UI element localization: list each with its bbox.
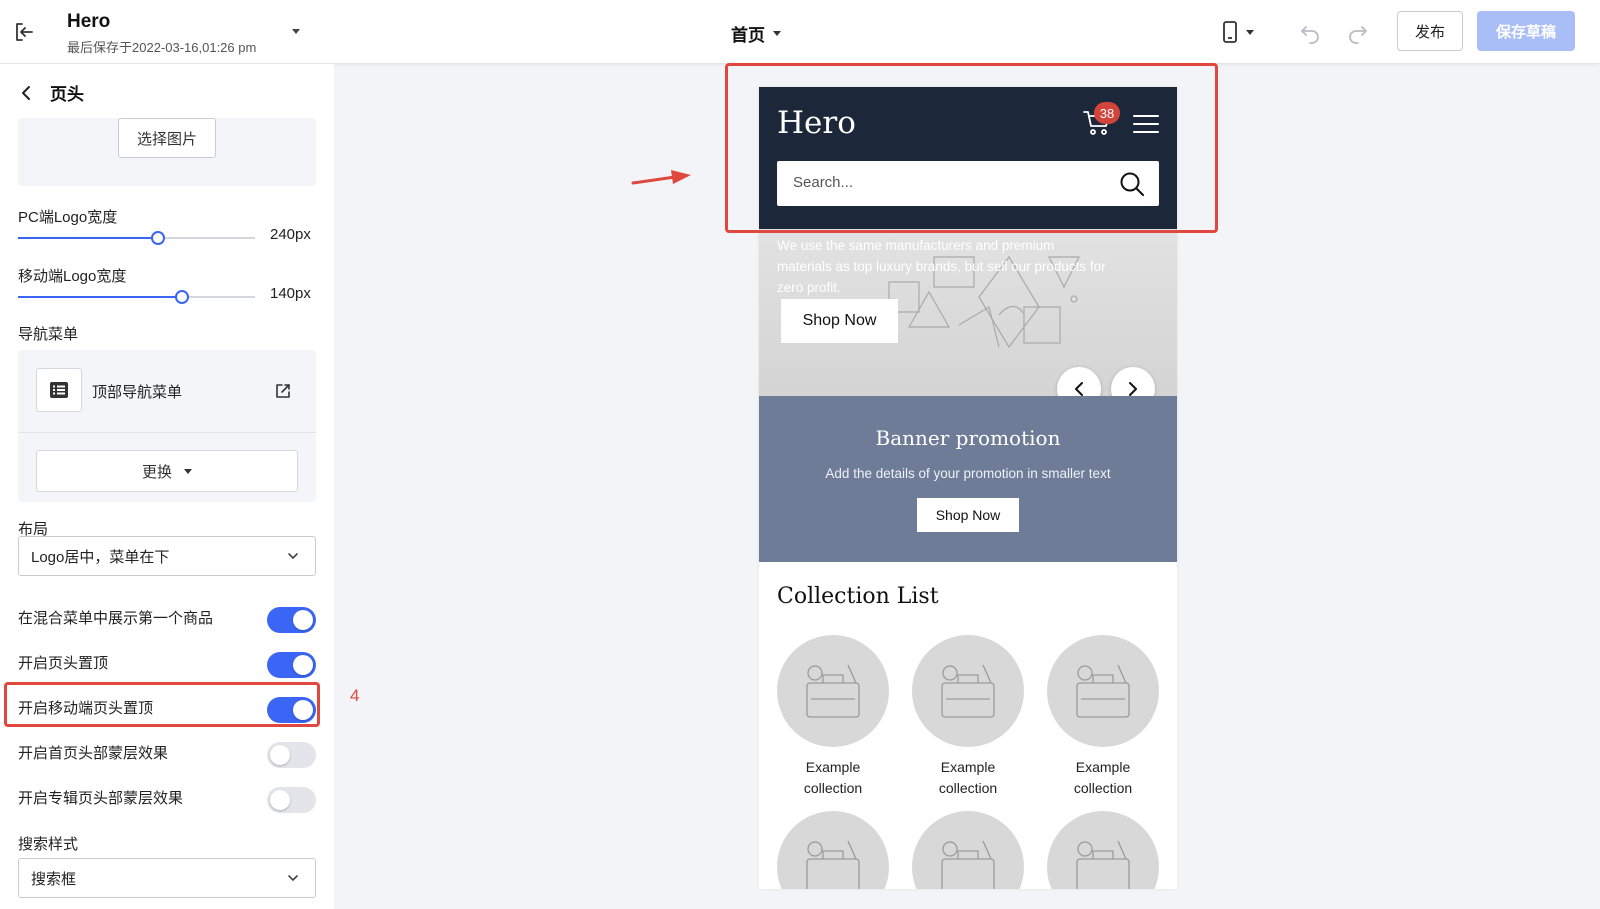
menu-list-icon: [36, 368, 82, 412]
chevron-down-icon: [288, 875, 298, 882]
collection-item[interactable]: [777, 811, 889, 889]
search-style-label: 搜索样式: [18, 836, 79, 853]
collection-image-icon: [777, 635, 889, 747]
chevron-right-icon: [1129, 382, 1137, 396]
collection-list-title: Collection List: [777, 584, 939, 609]
toggle-switch[interactable]: [267, 652, 316, 678]
annotation-highlight-box: [4, 682, 320, 727]
collection-label: Example collection: [803, 759, 863, 796]
caret-down-icon: [1246, 29, 1254, 35]
mobile-logo-width-value: 140px: [270, 285, 311, 302]
collection-image-icon: [1047, 811, 1159, 889]
banner-subtitle: Add the details of your promotion in sma…: [825, 466, 1111, 481]
chevron-left-icon: [1075, 382, 1083, 396]
layout-select[interactable]: Logo居中，菜单在下: [18, 536, 316, 576]
collection-item[interactable]: Example collection: [777, 635, 889, 799]
nav-menu-name: 顶部导航菜单: [92, 384, 183, 401]
collection-item[interactable]: [1047, 811, 1159, 889]
device-switcher[interactable]: [1222, 20, 1254, 44]
toggle-label: 开启专辑页头部蒙层效果: [18, 790, 184, 807]
toggle-label: 开启首页头部蒙层效果: [18, 745, 169, 762]
pc-logo-width-value: 240px: [270, 226, 311, 243]
collection-item[interactable]: [912, 811, 1024, 889]
layout-select-value: Logo居中，菜单在下: [31, 548, 170, 566]
slide-prev-button[interactable]: [1057, 367, 1101, 396]
save-draft-button[interactable]: 保存草稿: [1477, 11, 1575, 51]
slide-next-button[interactable]: [1111, 367, 1155, 396]
panel-title: 页头: [50, 85, 84, 104]
replace-menu-label: 更换: [141, 463, 172, 481]
pc-logo-width-label: PC端Logo宽度: [18, 209, 118, 226]
logo-image-box: 选择图片: [18, 118, 316, 186]
banner-title: Banner promotion: [875, 426, 1061, 450]
chevron-down-icon: [288, 553, 298, 560]
redo-icon[interactable]: [1346, 20, 1370, 49]
toggle-label: 开启页头置顶: [18, 655, 109, 672]
collection-label: Example collection: [938, 759, 998, 796]
replace-menu-button[interactable]: 更换: [36, 450, 298, 492]
preview-hero-slide: We use the same manufacturers and premiu…: [759, 229, 1177, 396]
exit-icon[interactable]: [12, 20, 36, 44]
collection-item[interactable]: Example collection: [1047, 635, 1159, 799]
banner-shop-now-button[interactable]: Shop Now: [917, 498, 1019, 532]
settings-panel: 页头 选择图片 PC端Logo宽度 240px 移动端Logo宽度 140px …: [0, 64, 334, 909]
mobile-logo-width-slider[interactable]: [18, 290, 255, 304]
toggle-switch[interactable]: [267, 787, 316, 813]
mobile-device-icon: [1223, 21, 1237, 43]
select-image-button[interactable]: 选择图片: [118, 118, 216, 158]
collection-image-icon: [1047, 635, 1159, 747]
caret-down-icon: [184, 468, 192, 474]
caret-down-icon: [773, 31, 781, 36]
top-bar: Hero 最后保存于2022-03-16,01:26 pm 首页 发布 保存草稿: [0, 0, 1600, 64]
nav-menu-box: 顶部导航菜单 更换: [18, 350, 316, 502]
preview-banner: Banner promotion Add the details of your…: [759, 396, 1177, 562]
toggle-switch[interactable]: [267, 607, 316, 633]
collection-image-icon: [912, 635, 1024, 747]
pc-logo-width-slider[interactable]: [18, 231, 255, 245]
publish-button[interactable]: 发布: [1397, 11, 1463, 51]
last-saved-text: 最后保存于2022-03-16,01:26 pm: [67, 40, 257, 55]
undo-icon[interactable]: [1298, 20, 1322, 49]
panel-header: 页头: [20, 80, 84, 105]
hero-shop-now-button[interactable]: Shop Now: [781, 299, 898, 343]
hero-text: We use the same manufacturers and premiu…: [777, 238, 1106, 295]
slider-handle[interactable]: [150, 231, 165, 245]
slider-handle[interactable]: [174, 290, 189, 304]
page-selector-label: 首页: [731, 26, 765, 45]
collection-image-icon: [777, 811, 889, 889]
back-arrow-icon[interactable]: [20, 84, 32, 102]
collection-item[interactable]: Example collection: [912, 635, 1024, 799]
nav-menu-label: 导航菜单: [18, 326, 79, 343]
page-selector[interactable]: 首页: [731, 21, 781, 46]
toggle-switch[interactable]: [267, 742, 316, 768]
collection-image-icon: [912, 811, 1024, 889]
toggle-label: 在混合菜单中展示第一个商品: [18, 610, 214, 627]
app-title: Hero: [67, 11, 111, 32]
external-link-icon[interactable]: [274, 382, 292, 405]
annotation-header-box: [725, 63, 1218, 233]
search-style-value: 搜索框: [31, 870, 77, 888]
annotation-arrow-icon: [631, 170, 691, 185]
search-style-select[interactable]: 搜索框: [18, 858, 316, 898]
theme-dropdown-caret-icon[interactable]: [292, 29, 300, 34]
annotation-step-number: 4: [350, 686, 360, 705]
mobile-logo-width-label: 移动端Logo宽度: [18, 268, 127, 285]
collection-label: Example collection: [1073, 759, 1133, 796]
